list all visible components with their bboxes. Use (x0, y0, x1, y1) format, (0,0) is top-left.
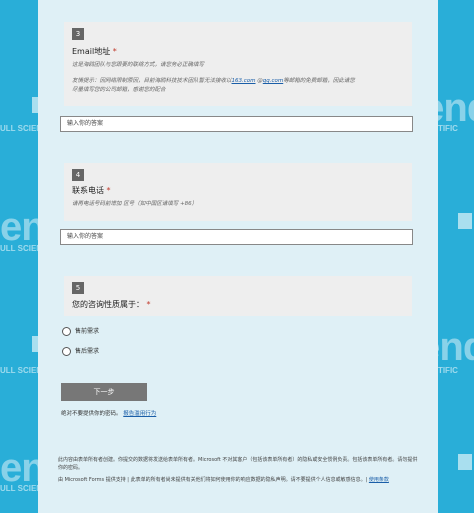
hint-text: 等邮箱的免费邮箱，因此请您 (283, 78, 355, 84)
question-hint: 这是海鸥团队与您跟要的联络方式，请您务必正确填写 (72, 62, 205, 68)
question-card-email: 3 Email地址 * 这是海鸥团队与您跟要的联络方式，请您务必正确填写 友情提… (64, 22, 412, 106)
question-title-text: 您的咨询性质属于： (72, 300, 144, 309)
question-hint: 尽量填写您的公司邮箱，感谢您的配合 (72, 87, 166, 93)
question-number: 3 (72, 28, 84, 40)
footer-text: 由 Microsoft Forms 提供支持 | 此表单的所有者尚未提供有关他们… (58, 477, 368, 483)
report-abuse-link[interactable]: 报告滥用行为 (123, 411, 156, 417)
bartender-logo-mark (458, 454, 472, 470)
radio-option-aftersales[interactable]: 售后需求 (62, 346, 99, 356)
radio-button[interactable] (62, 347, 71, 356)
question-title-text: 联系电话 (72, 186, 104, 195)
question-title-text: Email地址 (72, 47, 111, 56)
question-card-inquiry: 5 您的咨询性质属于： * (64, 276, 412, 316)
question-hint: 友情提示：因网络限制原因，目前海鸥科技技术团队暂无法接收以163.com @qq… (72, 77, 355, 85)
footer-disclaimer: 此内容由表单所有者创建。你提交的数据将发送给表单所有者。Microsoft 不对… (58, 456, 418, 484)
form-panel: 3 Email地址 * 这是海鸥团队与您跟要的联络方式，请您务必正确填写 友情提… (38, 0, 438, 513)
radio-button[interactable] (62, 327, 71, 336)
next-button[interactable]: 下一步 (61, 383, 147, 401)
hint-text: 友情提示：因网络限制原因，目前海鸥科技技术团队暂无法接收以 (72, 78, 232, 84)
question-number: 5 (72, 282, 84, 294)
password-warning: 绝对不要提供你的密码。 报告滥用行为 (61, 409, 156, 417)
question-title: 您的咨询性质属于： * (72, 299, 151, 310)
phone-input[interactable]: 输入你的答案 (60, 229, 413, 245)
hint-link-qq[interactable]: qq.com (263, 78, 283, 84)
email-input[interactable]: 输入你的答案 (60, 116, 413, 132)
terms-link[interactable]: 使用条款 (369, 477, 389, 483)
radio-label: 售前需求 (75, 328, 100, 335)
required-mark: * (146, 300, 151, 309)
hint-link-163[interactable]: 163.com (232, 78, 256, 84)
footer-line: 由 Microsoft Forms 提供支持 | 此表单的所有者尚未提供有关他们… (58, 476, 418, 484)
required-mark: * (106, 186, 111, 195)
password-warning-text: 绝对不要提供你的密码。 (61, 411, 122, 417)
question-title: 联系电话 * (72, 185, 111, 196)
question-card-phone: 4 联系电话 * 请再电话号码前增加 区号（如中国区请填写 +86） (64, 163, 412, 221)
question-number: 4 (72, 169, 84, 181)
hint-text: @ (255, 78, 263, 84)
footer-line: 此内容由表单所有者创建。你提交的数据将发送给表单所有者。Microsoft 不对… (58, 457, 418, 471)
question-title: Email地址 * (72, 46, 117, 57)
radio-label: 售后需求 (75, 348, 100, 355)
bartender-logo-mark (458, 213, 472, 229)
required-mark: * (112, 47, 117, 56)
radio-option-presales[interactable]: 售前需求 (62, 326, 99, 336)
question-hint: 请再电话号码前增加 区号（如中国区请填写 +86） (72, 201, 198, 207)
